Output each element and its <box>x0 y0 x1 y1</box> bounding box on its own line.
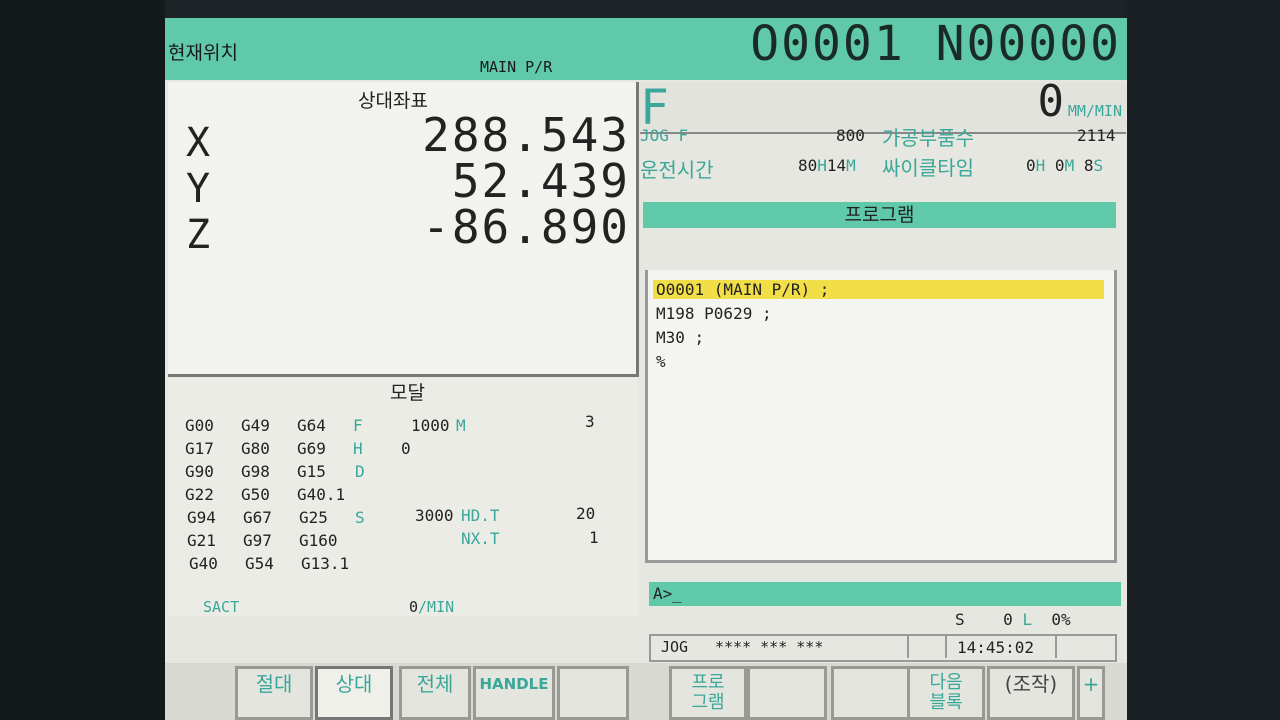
softkey-plus[interactable]: + <box>1077 666 1105 720</box>
softkey-program[interactable]: 프로 그램 <box>669 666 747 720</box>
program-line[interactable]: M198 P0629 ; <box>656 304 772 323</box>
modal-f-label: F <box>353 416 363 435</box>
mode-indicator: JOG <box>661 638 689 656</box>
spindle-status: S 0 L 0% <box>955 610 1071 629</box>
modal-s-label: S <box>355 508 365 527</box>
cycle-time-value: 0H 0M 8S <box>1026 156 1104 175</box>
modal-g-code: G40 <box>189 554 218 573</box>
softkey-all[interactable]: 전체 <box>399 666 471 720</box>
header-bar: 현재위치 MAIN P/R O0001 N00000 <box>165 18 1127 80</box>
softkey-blank[interactable] <box>831 666 911 720</box>
program-line-current[interactable]: O0001 (MAIN P/R) ; <box>653 280 1104 299</box>
modal-g-code: G15 <box>297 462 326 481</box>
modal-g-code: G40.1 <box>297 485 346 504</box>
status-flags: **** *** *** <box>715 638 824 656</box>
clock: 14:45:02 <box>957 638 1035 657</box>
axis-label-z: Z <box>186 212 211 258</box>
position-panel: 상대좌표 X 288.543 Y 52.439 Z -86.890 <box>168 82 639 377</box>
program-heading: 프로그램 <box>643 202 1116 228</box>
modal-hdt-value: 20 <box>576 504 596 523</box>
modal-panel: 모달 <box>168 378 638 616</box>
run-time-value: 80H14M <box>798 156 856 175</box>
modal-g-code: G80 <box>241 439 270 458</box>
program-line[interactable]: M30 ; <box>656 328 704 347</box>
modal-s-value: 3000 <box>415 506 454 525</box>
modal-g-code: G69 <box>297 439 326 458</box>
run-time-label: 운전시간 <box>640 158 714 182</box>
parts-count-value: 2114 <box>1077 126 1116 145</box>
program-line[interactable]: % <box>656 352 666 371</box>
modal-g-code: G90 <box>185 462 214 481</box>
feed-unit: MM/MIN <box>1067 102 1122 120</box>
status-bar: JOG **** *** *** 14:45:02 <box>649 634 1117 662</box>
parts-count-label: 가공부품수 <box>882 126 974 150</box>
modal-m-label: M <box>456 416 466 435</box>
modal-g-code: G50 <box>241 485 270 504</box>
softkey-blank[interactable] <box>557 666 629 720</box>
program-number: O0001 N00000 <box>750 18 1121 72</box>
position-heading: 상대좌표 <box>358 90 428 112</box>
modal-nxt-label: NX.T <box>461 529 500 548</box>
softkey-operation[interactable]: (조작) <box>987 666 1075 720</box>
monitor-bezel-left <box>0 0 165 720</box>
modal-h-value: 0 <box>401 439 411 458</box>
sact-value: 0/MIN <box>409 598 455 616</box>
soft-key-bar: 절대 상대 전체 HANDLE 프로 그램 다음 블록 (조작) + <box>165 663 1127 720</box>
jog-f-value: 800 <box>836 126 865 145</box>
modal-g-code: G97 <box>243 531 272 550</box>
axis-label-y: Y <box>186 166 211 212</box>
modal-d-label: D <box>355 462 365 481</box>
modal-g-code: G49 <box>241 416 270 435</box>
sact-label: SACT <box>203 598 240 616</box>
axis-label-x: X <box>186 120 211 166</box>
command-input[interactable]: A>_ <box>649 582 1121 606</box>
feed-value: 0 <box>1037 76 1065 127</box>
jog-info-row: JOG F 800 가공부품수 2114 <box>640 122 1126 150</box>
modal-g-code: G00 <box>185 416 214 435</box>
screen-title: 현재위치 <box>168 42 238 64</box>
softkey-blank[interactable] <box>747 666 827 720</box>
program-listing[interactable]: O0001 (MAIN P/R) ; M198 P0629 ; M30 ; % <box>645 270 1117 563</box>
modal-g-code: G54 <box>245 554 274 573</box>
modal-f-value: 1000 <box>411 416 450 435</box>
modal-g-code: G17 <box>185 439 214 458</box>
softkey-next-block[interactable]: 다음 블록 <box>907 666 985 720</box>
softkey-absolute[interactable]: 절대 <box>235 666 313 720</box>
modal-hdt-label: HD.T <box>461 506 500 525</box>
modal-g-code: G21 <box>187 531 216 550</box>
modal-nxt-value: 1 <box>589 528 599 547</box>
modal-g-code: G13.1 <box>301 554 350 573</box>
time-info-row: 운전시간 80H14M 싸이클타임 0H 0M 8S <box>640 150 1126 182</box>
modal-g-code: G160 <box>299 531 338 550</box>
cnc-screen: 현재위치 MAIN P/R O0001 N00000 상대좌표 X 288.54… <box>165 18 1127 720</box>
modal-m-value: 3 <box>585 412 595 431</box>
jog-f-label: JOG F <box>640 126 689 145</box>
modal-g-code: G94 <box>187 508 216 527</box>
axis-value-z: -86.890 <box>422 200 630 254</box>
cycle-time-label: 싸이클타임 <box>882 156 974 180</box>
softkey-relative[interactable]: 상대 <box>315 666 393 720</box>
softkey-handle[interactable]: HANDLE <box>473 666 555 720</box>
modal-g-code: G22 <box>185 485 214 504</box>
monitor-bezel-right <box>1125 0 1280 720</box>
modal-g-code: G67 <box>243 508 272 527</box>
program-subtitle: MAIN P/R <box>480 58 553 76</box>
modal-g-code: G64 <box>297 416 326 435</box>
modal-heading: 모달 <box>390 382 425 404</box>
modal-g-code: G98 <box>241 462 270 481</box>
modal-h-label: H <box>353 439 363 458</box>
modal-g-code: G25 <box>299 508 328 527</box>
